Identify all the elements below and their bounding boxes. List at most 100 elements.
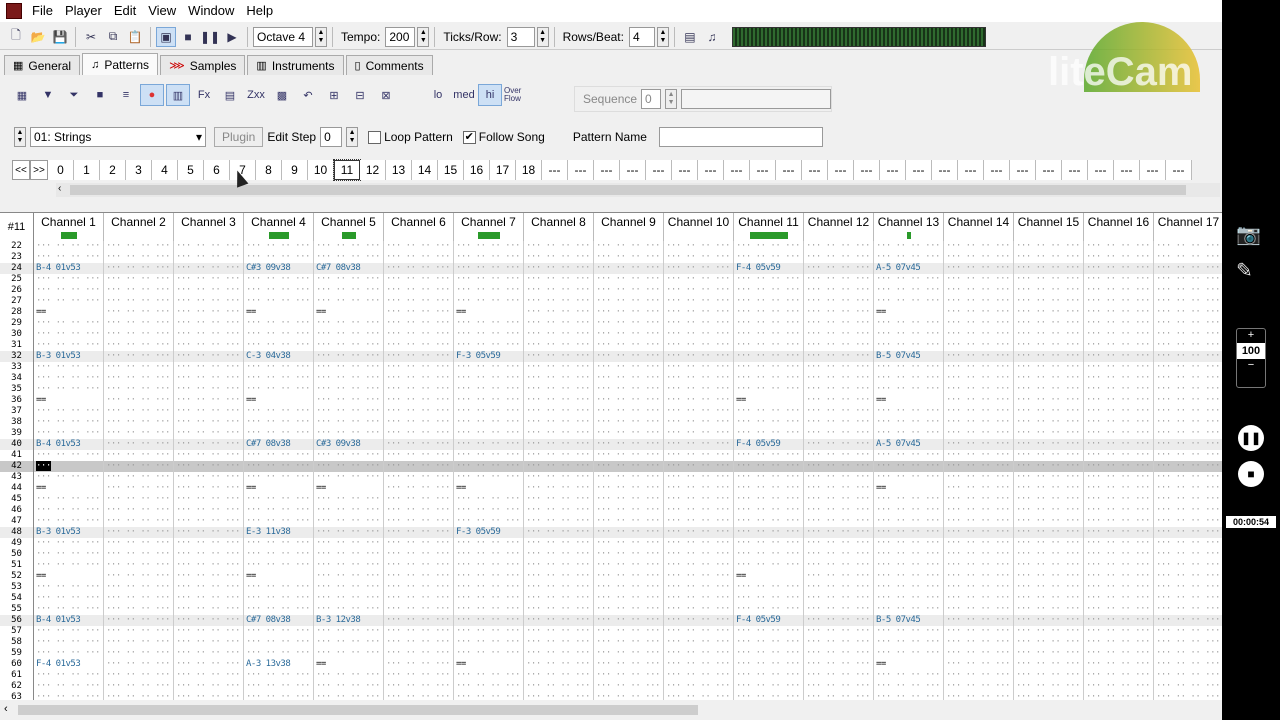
pattern-cell[interactable]: ··· ·· ·· ··· — [454, 648, 524, 659]
camera-icon[interactable]: 📷 — [1236, 222, 1261, 247]
pattern-cell[interactable]: ··· ·· ·· ··· — [174, 549, 244, 560]
pattern-cell[interactable]: ··· ·· ·· ··· — [104, 373, 174, 384]
pattern-cell[interactable]: ··· ·· ·· ··· — [594, 505, 664, 516]
pattern-cell[interactable]: ··· ·· ·· ··· — [1154, 483, 1222, 494]
chevron-left-icon[interactable]: ‹ — [4, 703, 8, 715]
pattern-cell[interactable]: ··· ·· ·· ··· — [664, 329, 734, 340]
pattern-cell[interactable]: ··· ·· ·· ··· — [1154, 417, 1222, 428]
pattern-cell[interactable]: ··· ·· ·· ··· — [1014, 670, 1084, 681]
pattern-cell[interactable]: ··· ·· ·· ··· — [174, 483, 244, 494]
pattern-cell[interactable]: ··· ·· ·· ··· — [734, 252, 804, 263]
chevron-left-icon[interactable]: ‹ — [58, 183, 61, 194]
pattern-cell[interactable]: ··· ·· ·· ··· — [1014, 384, 1084, 395]
pattern-cell[interactable]: ··· ·· ·· ··· — [524, 296, 594, 307]
pattern-cell[interactable]: ··· ·· ·· ··· — [944, 428, 1014, 439]
pattern-row[interactable]: 48 B-3 01v53 ··· ·· ·· ··· ··· ·· ·· ··· E-3… — [0, 527, 1222, 538]
pattern-cell[interactable]: ··· ·· ·· ··· — [1154, 285, 1222, 296]
pattern-cell[interactable]: ··· ·· ·· ··· — [664, 604, 734, 615]
pattern-row[interactable]: 27 ··· ·· ·· ··· ··· ·· ·· ··· ··· ·· ·· ··… — [0, 296, 1222, 307]
instrument-spinner[interactable]: ▲ ▼ — [14, 127, 26, 147]
pattern-cell[interactable]: ··· ·· ·· ··· — [594, 527, 664, 538]
pattern-cell[interactable]: ··· ·· ·· ··· — [944, 241, 1014, 252]
pattern-cell[interactable]: ··· ·· ·· ··· — [524, 472, 594, 483]
channel-header-12[interactable]: Channel 12 — [804, 213, 874, 241]
pattern-cell[interactable]: ··· ·· ·· ··· — [34, 329, 104, 340]
pattern-cell[interactable]: ··· ·· ·· ··· — [594, 296, 664, 307]
pattern-cell[interactable]: ··· ·· ·· ··· — [1154, 274, 1222, 285]
pattern-cell[interactable]: ··· ·· ·· ··· — [174, 252, 244, 263]
pattern-cell[interactable]: ··· ·· ·· ··· — [874, 472, 944, 483]
pattern-row[interactable]: 49 ··· ·· ·· ··· ··· ·· ·· ··· ··· ·· ·· ··… — [0, 538, 1222, 549]
pattern-cell[interactable]: ··· ·· ·· ··· — [664, 351, 734, 362]
rows-per-beat-field[interactable]: 4 — [628, 26, 655, 47]
order-item[interactable]: --- — [906, 160, 932, 180]
pattern-row[interactable]: 24 B-4 01v53 ··· ·· ·· ··· ··· ·· ·· ··· C#3… — [0, 263, 1222, 274]
pattern-cell[interactable]: ··· ·· ·· ··· — [314, 362, 384, 373]
stop-record-icon[interactable]: ■ — [1238, 461, 1264, 487]
pattern-cell[interactable]: ··· ·· ·· ··· — [594, 285, 664, 296]
order-item[interactable]: --- — [932, 160, 958, 180]
pattern-cell[interactable]: ··· ·· ·· ··· — [104, 648, 174, 659]
pattern-cell[interactable]: ··· ·· ·· ··· — [734, 637, 804, 648]
pattern-cell[interactable]: ··· ·· ·· ··· — [804, 340, 874, 351]
pattern-cell[interactable]: ··· ·· ·· ··· — [1154, 252, 1222, 263]
pattern-cell[interactable]: ··· ·· ·· ··· — [664, 593, 734, 604]
pattern-cell[interactable]: ··· ·· ·· ··· — [314, 340, 384, 351]
channel-header-4[interactable]: Channel 4 — [244, 213, 314, 241]
pattern-cell[interactable]: ··· ·· ·· ··· — [874, 681, 944, 692]
pattern-cell[interactable]: ··· ·· ·· ··· — [174, 571, 244, 582]
pattern-row[interactable]: 23 ··· ·· ·· ··· ··· ·· ·· ··· ··· ·· ·· ··… — [0, 252, 1222, 263]
pattern-cell[interactable]: ··· ·· ·· ··· — [1014, 648, 1084, 659]
pattern-cell[interactable]: ··· ·· ·· ··· — [174, 516, 244, 527]
channel-header-16[interactable]: Channel 16 — [1084, 213, 1154, 241]
pattern-cell[interactable]: ··· ·· ·· ··· — [244, 472, 314, 483]
pattern-cell[interactable]: ··· ·· ·· ··· — [804, 439, 874, 450]
pattern-cell[interactable]: ··· ·· ·· ··· — [104, 670, 174, 681]
pattern-row[interactable]: 25 ··· ·· ·· ··· ··· ·· ·· ··· ··· ·· ·· ··… — [0, 274, 1222, 285]
pattern-cell[interactable]: ··· ·· ·· ··· — [1154, 681, 1222, 692]
pattern-row[interactable]: 46 ··· ·· ·· ··· ··· ·· ·· ··· ··· ·· ·· ··… — [0, 505, 1222, 516]
pattern-cell[interactable]: ··· ·· ·· ··· — [804, 538, 874, 549]
pattern-cell[interactable]: ··· ·· ·· ··· — [384, 285, 454, 296]
pattern-cell[interactable]: ··· ·· ·· ··· — [734, 527, 804, 538]
pattern-cell[interactable]: ··· ·· ·· ··· — [34, 428, 104, 439]
pattern-cell[interactable]: ··· ·· ·· ··· — [314, 417, 384, 428]
pattern-cell[interactable]: ··· ·· ·· ··· — [244, 648, 314, 659]
pattern-cell[interactable]: ··· ·· ·· ··· — [594, 351, 664, 362]
pattern-cell[interactable]: ··· ·· ·· ··· — [454, 560, 524, 571]
pattern-cell[interactable]: ··· ·· ·· ··· — [944, 571, 1014, 582]
pattern-cell[interactable]: ··· ·· ·· ··· — [804, 604, 874, 615]
pattern-cell[interactable]: ··· ·· ·· ··· — [874, 538, 944, 549]
pattern-cell[interactable]: F-4 05v59 — [734, 263, 804, 274]
pattern-cell[interactable]: C#3 09v38 — [314, 439, 384, 450]
pattern-cell[interactable]: == — [314, 483, 384, 494]
pattern-cell[interactable]: ··· ·· ·· ··· — [1154, 659, 1222, 670]
pattern-cell[interactable]: ··· ·· ·· ··· — [454, 285, 524, 296]
pattern-cell[interactable]: ··· ·· ·· ··· — [384, 593, 454, 604]
paste-icon[interactable]: 📋 — [125, 27, 145, 47]
pattern-cell[interactable]: ··· ·· ·· ··· — [454, 615, 524, 626]
pattern-cell[interactable]: ··· ·· ·· ··· — [104, 593, 174, 604]
pattern-cell[interactable]: ··· ·· ·· ··· — [314, 692, 384, 700]
pattern-cell[interactable]: ··· ·· ·· ··· — [34, 384, 104, 395]
pattern-cell[interactable]: C#7 08v38 — [244, 439, 314, 450]
pattern-cell[interactable]: ··· ·· ·· ··· — [104, 252, 174, 263]
pattern-cell[interactable]: ··· ·· ·· ··· — [34, 252, 104, 263]
channel-header-15[interactable]: Channel 15 — [1014, 213, 1084, 241]
pattern-cell[interactable]: ··· ·· ·· ··· — [1084, 318, 1154, 329]
pattern-cell[interactable]: ··· ·· ·· ··· — [384, 670, 454, 681]
pattern-cell[interactable]: ··· ·· ·· ··· — [874, 406, 944, 417]
pattern-cell[interactable]: ··· ·· ·· ··· — [174, 351, 244, 362]
pattern-cell[interactable]: ··· ·· ·· ··· — [104, 692, 174, 700]
pattern-cell[interactable]: ··· ·· ·· ··· — [1154, 461, 1222, 472]
pattern-cell[interactable]: ··· ·· ·· ··· — [594, 593, 664, 604]
pattern-cell[interactable]: ··· ·· ·· ··· — [944, 615, 1014, 626]
pattern-cell[interactable]: ··· ·· ·· ··· — [454, 626, 524, 637]
edit-step-field[interactable]: 0 — [320, 127, 343, 147]
pattern-cell[interactable]: ··· ·· ·· ··· — [1084, 406, 1154, 417]
pattern-row[interactable]: 61 ··· ·· ·· ··· ··· ·· ·· ··· ··· ·· ·· ··… — [0, 670, 1222, 681]
plugin-button[interactable]: Plugin — [214, 127, 264, 147]
pattern-cell[interactable]: ··· ·· ·· ··· — [244, 670, 314, 681]
pattern-cell[interactable]: ··· ·· ·· ··· — [34, 516, 104, 527]
pattern-cell[interactable]: ··· ·· ·· ··· — [874, 384, 944, 395]
